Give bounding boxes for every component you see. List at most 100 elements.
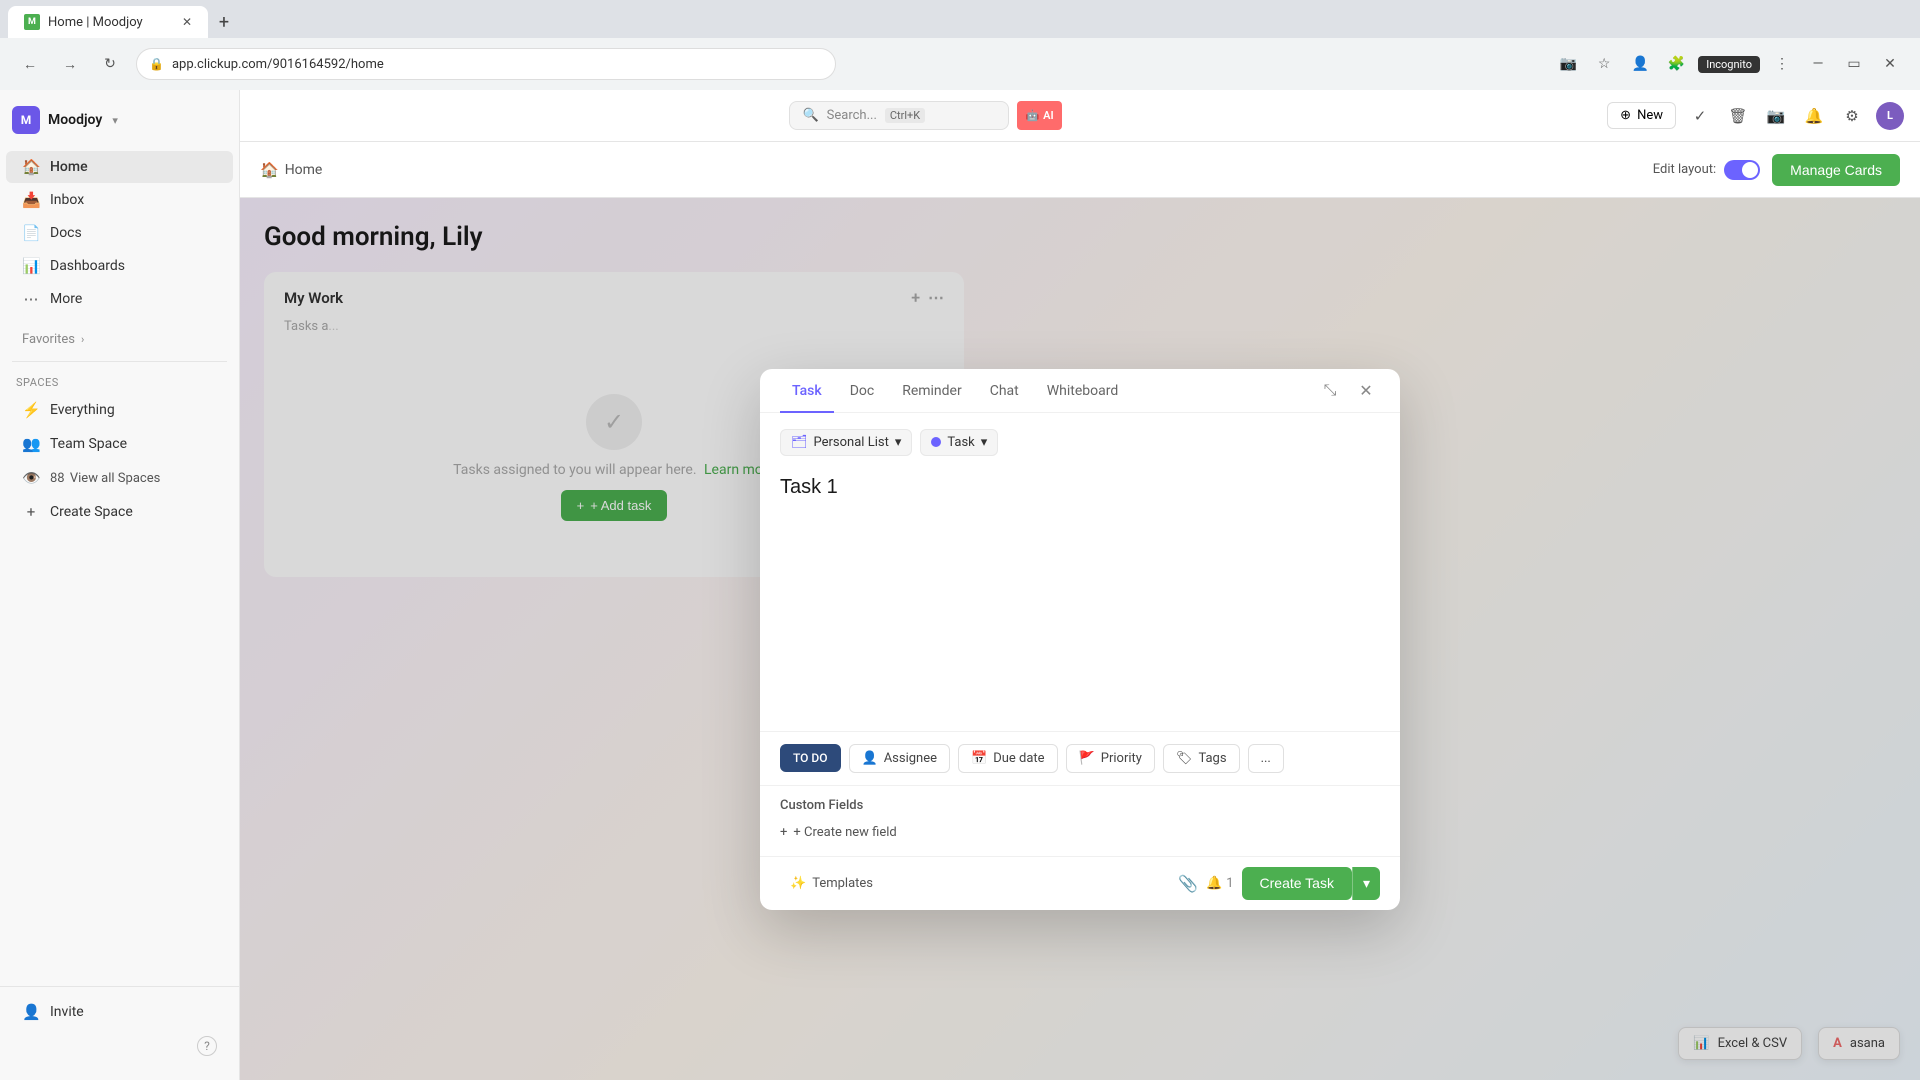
task-type-selector-button[interactable]: Task ▾ (920, 429, 998, 456)
custom-fields-title: Custom Fields (780, 798, 1380, 813)
create-task-button[interactable]: Create Task (1242, 867, 1352, 900)
sidebar-item-create-space[interactable]: + Create Space (6, 496, 233, 528)
view-all-icon: 👁️ (22, 469, 40, 487)
reminder-count: 1 (1226, 876, 1233, 891)
sidebar-more-label: More (50, 291, 82, 307)
profile-icon[interactable]: 👤 (1626, 50, 1654, 78)
star-icon[interactable]: ☆ (1590, 50, 1618, 78)
sidebar-item-inbox[interactable]: 📥 Inbox (6, 184, 233, 216)
close-icon[interactable]: ✕ (1876, 50, 1904, 78)
grid-icon[interactable]: ⚙ (1838, 102, 1866, 130)
forward-button[interactable]: → (56, 50, 84, 78)
list-selector-icon: 🗂 (791, 435, 808, 450)
app-header: 🔍 Search... Ctrl+K 🤖 AI ⊕ New ✓ 🗑 📷 🔔 (240, 90, 1920, 142)
bell-icon[interactable]: 🔔 (1800, 102, 1828, 130)
search-bar[interactable]: 🔍 Search... Ctrl+K (789, 101, 1009, 130)
layout-toggle[interactable] (1724, 160, 1760, 180)
tags-chip[interactable]: 🏷 Tags (1163, 744, 1240, 773)
sidebar-inbox-label: Inbox (50, 192, 84, 208)
manage-cards-button[interactable]: Manage Cards (1772, 154, 1900, 186)
user-avatar[interactable]: L (1876, 102, 1904, 130)
back-button[interactable]: ← (16, 50, 44, 78)
search-icon: 🔍 (802, 108, 818, 123)
sidebar-item-more[interactable]: ⋯ More (6, 283, 233, 315)
assignee-chip[interactable]: 👤 Assignee (849, 744, 951, 773)
everything-label: Everything (50, 402, 115, 418)
spaces-label: Spaces (0, 368, 239, 393)
inbox-icon: 📥 (22, 191, 40, 209)
spaces-divider (12, 361, 227, 362)
modal-bottom-bar: ✨ Templates 📎 🔔 1 Create Task ▾ (760, 856, 1400, 910)
list-selector-chevron-icon: ▾ (895, 435, 902, 450)
workspace-name: Moodjoy (48, 112, 102, 128)
modal-tab-doc[interactable]: Doc (838, 369, 887, 413)
url-text: app.clickup.com/9016164592/home (172, 57, 384, 72)
status-chip[interactable]: TO DO (780, 744, 841, 772)
reminder-button[interactable]: 🔔 1 (1206, 876, 1234, 891)
assignee-icon: 👤 (862, 751, 878, 766)
extensions-icon[interactable]: 🧩 (1662, 50, 1690, 78)
workspace-header[interactable]: M Moodjoy ▾ (0, 98, 239, 142)
list-selector-button[interactable]: 🗂 Personal List ▾ (780, 429, 912, 456)
modal-close-button[interactable]: ✕ (1352, 376, 1380, 404)
tab-close-icon[interactable]: ✕ (182, 15, 192, 29)
add-custom-field-button[interactable]: + + Create new field (780, 821, 1380, 844)
sidebar-item-team-space[interactable]: 👥 Team Space (6, 428, 233, 460)
new-tab-button[interactable]: + (208, 6, 240, 38)
sidebar-item-invite[interactable]: 👤 Invite (6, 996, 233, 1028)
modal-tab-task[interactable]: Task (780, 369, 834, 413)
modal-action-chips: TO DO 👤 Assignee 📅 Due date 🚩 Priority (760, 731, 1400, 785)
task-type-dot (931, 437, 941, 447)
plus-icon: ⊕ (1620, 108, 1631, 123)
modal-collapse-icon[interactable]: ⤡ (1316, 376, 1344, 404)
priority-chip[interactable]: 🚩 Priority (1066, 744, 1155, 773)
modal-tab-reminder[interactable]: Reminder (890, 369, 974, 413)
due-date-chip[interactable]: 📅 Due date (958, 744, 1058, 773)
sidebar-item-everything[interactable]: ⚡ Everything (6, 394, 233, 426)
templates-icon: ✨ (790, 876, 806, 891)
sidebar-item-home[interactable]: 🏠 Home (6, 151, 233, 183)
home-icon: 🏠 (22, 158, 40, 176)
create-task-dropdown-button[interactable]: ▾ (1352, 867, 1380, 900)
modal-tab-chat[interactable]: Chat (978, 369, 1031, 413)
browser-chrome: M Home | Moodjoy ✕ + ← → ↻ 🔒 app.clickup… (0, 0, 1920, 90)
create-space-label: Create Space (50, 504, 133, 520)
more-chip-icon: ... (1261, 751, 1271, 766)
trash-icon[interactable]: 🗑 (1724, 102, 1752, 130)
address-bar[interactable]: 🔒 app.clickup.com/9016164592/home (136, 48, 836, 80)
more-chip[interactable]: ... (1248, 744, 1284, 773)
modal-list-selector-row: 🗂 Personal List ▾ Task ▾ (780, 429, 1380, 456)
sidebar-item-dashboards[interactable]: 📊 Dashboards (6, 250, 233, 282)
lock-icon: 🔒 (149, 57, 164, 71)
browser-tabs: M Home | Moodjoy ✕ + (0, 0, 1920, 38)
sidebar-dashboards-label: Dashboards (50, 258, 125, 274)
check-icon[interactable]: ✓ (1686, 102, 1714, 130)
reload-button[interactable]: ↻ (96, 50, 124, 78)
task-name-input[interactable] (780, 472, 1380, 503)
ai-button[interactable]: 🤖 AI (1017, 101, 1061, 130)
favorites-label: Favorites (22, 332, 75, 347)
sidebar-item-docs[interactable]: 📄 Docs (6, 217, 233, 249)
sidebar-item-view-all-spaces[interactable]: 👁️ 88 View all Spaces (6, 462, 233, 494)
minimize-icon[interactable]: — (1804, 50, 1832, 78)
task-description-input[interactable] (780, 511, 1380, 711)
modal-tab-whiteboard[interactable]: Whiteboard (1035, 369, 1131, 413)
docs-icon: 📄 (22, 224, 40, 242)
search-shortcut: Ctrl+K (885, 108, 925, 123)
sidebar-docs-label: Docs (50, 225, 82, 241)
templates-button[interactable]: ✨ Templates (780, 870, 883, 897)
more-icon: ⋯ (22, 290, 40, 308)
edit-layout-label: Edit layout: (1653, 162, 1716, 177)
new-button[interactable]: ⊕ New (1607, 102, 1676, 129)
tags-icon: 🏷 (1176, 751, 1193, 766)
camera-icon[interactable]: 📷 (1762, 102, 1790, 130)
create-task-group: Create Task ▾ (1242, 867, 1380, 900)
create-space-icon: + (22, 503, 40, 521)
favorites-section[interactable]: Favorites › (6, 325, 233, 354)
invite-icon: 👤 (22, 1003, 40, 1021)
menu-icon[interactable]: ⋮ (1768, 50, 1796, 78)
attachment-button[interactable]: 📎 (1178, 874, 1198, 893)
browser-tab-active[interactable]: M Home | Moodjoy ✕ (8, 6, 208, 38)
sidebar-item-help[interactable]: ? (6, 1029, 233, 1063)
restore-icon[interactable]: ▭ (1840, 50, 1868, 78)
